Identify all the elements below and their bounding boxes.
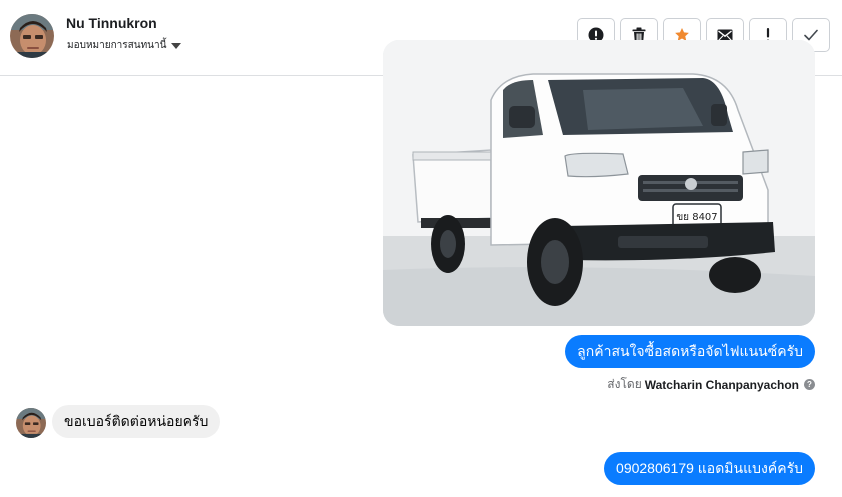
check-icon — [804, 29, 818, 41]
assign-conversation-dropdown[interactable]: มอบหมายการสนทนานี้ — [67, 38, 182, 53]
sent-by-info: ส่งโดย Watcharin Chanpanyachon ? — [607, 375, 815, 394]
contact-avatar-small[interactable] — [16, 408, 46, 438]
sent-by-name: Watcharin Chanpanyachon — [644, 377, 799, 392]
chevron-down-icon — [171, 43, 182, 49]
assign-label: มอบหมายการสนทนานี้ — [67, 40, 167, 51]
incoming-message[interactable]: ขอเบอร์ติดต่อหน่อยครับ — [52, 405, 221, 438]
license-plate: ขย 8407 — [676, 212, 717, 223]
contact-name[interactable]: Nu Tinnukron — [66, 15, 157, 31]
outgoing-message[interactable]: 0902806179 แอดมินแบงค์ครับ — [604, 452, 815, 485]
truck-photo-message[interactable]: ขย 8407 — [383, 40, 815, 326]
sent-by-label: ส่งโดย — [607, 377, 642, 391]
outgoing-message[interactable]: ลูกค้าสนใจซื้อสดหรือจัดไฟแนนซ์ครับ — [565, 335, 815, 368]
contact-avatar[interactable] — [10, 14, 54, 58]
question-mark-icon[interactable]: ? — [804, 379, 815, 390]
